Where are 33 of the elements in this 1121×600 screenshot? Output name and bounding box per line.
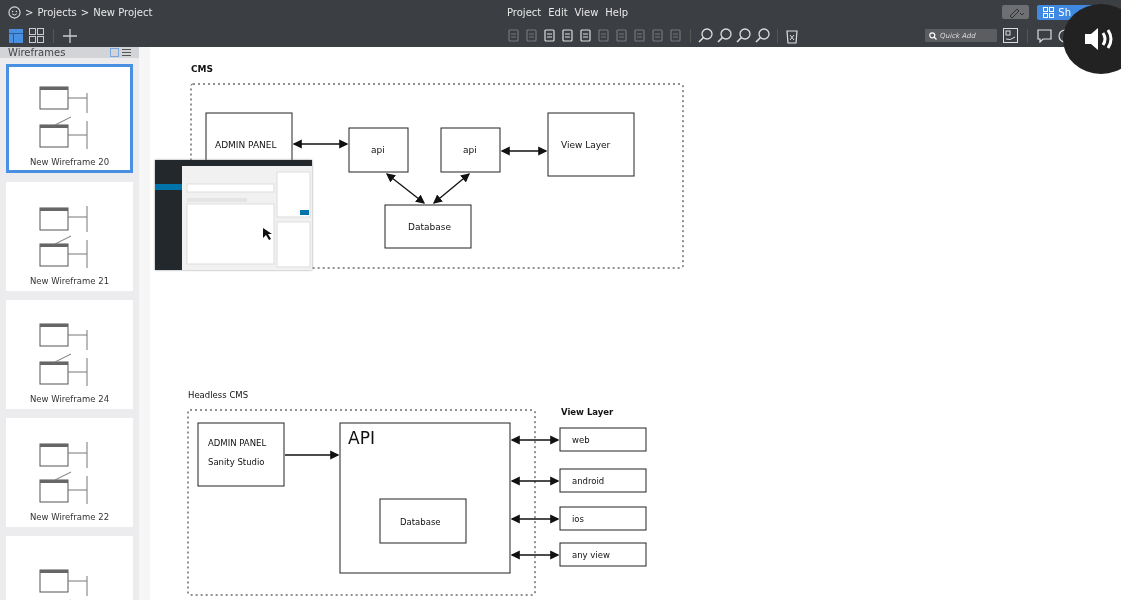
- box-label: web: [572, 435, 590, 445]
- box-label: ADMIN PANEL: [208, 438, 267, 448]
- column-title: View Layer: [561, 407, 614, 417]
- menu-item[interactable]: Project: [507, 6, 542, 18]
- box-label: View Layer: [561, 140, 611, 150]
- box-label: ADMIN PANEL: [215, 140, 277, 150]
- wireframe-thumbnail[interactable]: New Wireframe 22: [6, 418, 133, 527]
- breadcrumb-link[interactable]: New Project: [93, 6, 153, 18]
- box-label: any view: [572, 550, 610, 560]
- box-label: Database: [400, 517, 441, 527]
- box-label: android: [572, 476, 605, 486]
- box-label: api: [371, 145, 385, 155]
- box-label: API: [348, 428, 375, 448]
- menu-item[interactable]: Help: [605, 6, 629, 18]
- breadcrumb-link[interactable]: Projects: [37, 6, 77, 18]
- box-label: Sanity Studio: [208, 457, 265, 467]
- breadcrumb-separator: >: [25, 6, 34, 18]
- box-label: ios: [572, 514, 584, 524]
- wireframe-thumbnail[interactable]: New Wireframe 24: [6, 300, 133, 409]
- menu-item[interactable]: View: [574, 6, 599, 18]
- panel-title: Wireframes: [8, 47, 66, 58]
- box-label: api: [463, 145, 477, 155]
- breadcrumb-separator: >: [80, 6, 90, 18]
- box-label: Database: [408, 222, 451, 232]
- wireframe-name: New Wireframe 20: [29, 157, 110, 167]
- wireframe-name: New Wireframe 21: [29, 276, 110, 286]
- diagram-title: CMS: [191, 64, 214, 74]
- menu-item[interactable]: Edit: [548, 6, 568, 18]
- wireframe-name: New Wireframe 22: [29, 512, 110, 522]
- wireframe-thumbnail[interactable]: New Wireframe 20: [6, 64, 133, 173]
- wireframe-thumbnail[interactable]: New Wireframe 21: [6, 182, 133, 291]
- wireframe-name: New Wireframe 24: [29, 394, 110, 404]
- diagram-title: Headless CMS: [188, 390, 249, 400]
